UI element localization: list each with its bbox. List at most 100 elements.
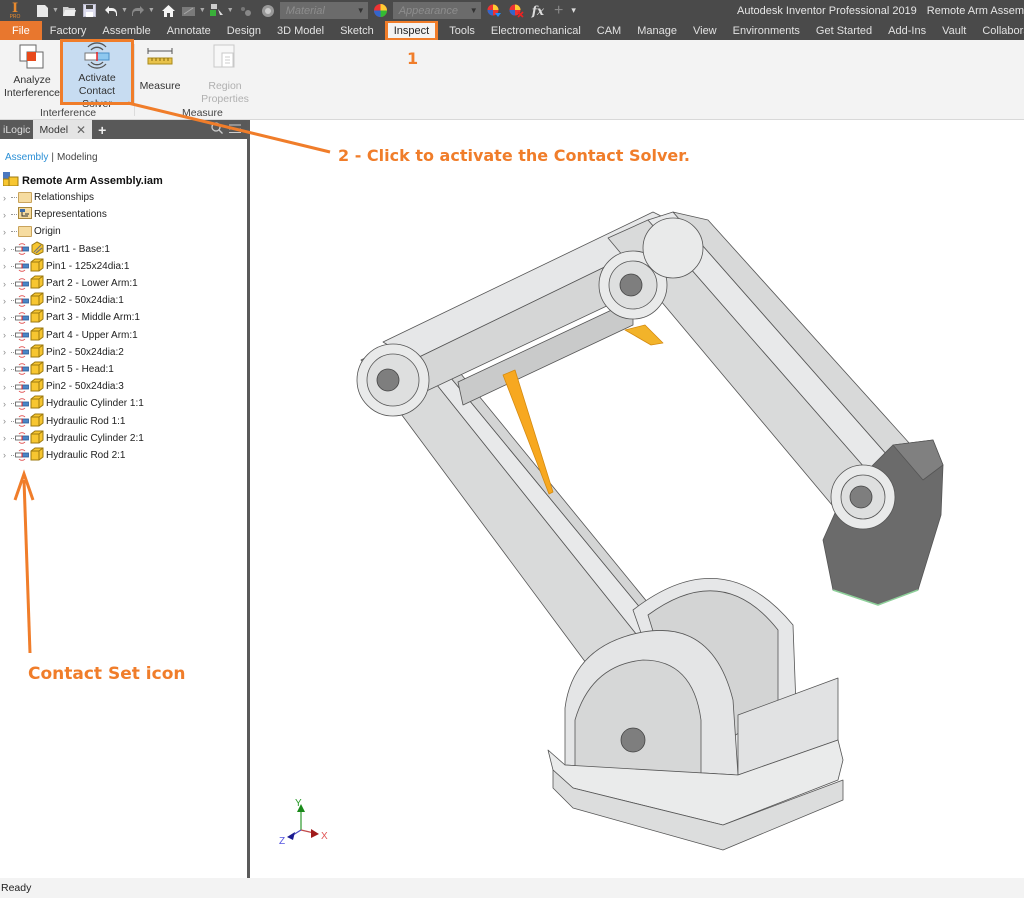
- tree-item-component[interactable]: › Pin2 - 50x24dia:1: [0, 292, 247, 309]
- undo-icon[interactable]: [104, 0, 118, 21]
- tree-item-component[interactable]: › Hydraulic Cylinder 2:1: [0, 430, 247, 447]
- tab-annotate[interactable]: Annotate: [159, 21, 219, 40]
- chevron-right-icon[interactable]: ›: [3, 193, 11, 203]
- redo-dropdown[interactable]: ▼: [148, 0, 155, 21]
- tab-file[interactable]: File: [0, 21, 42, 40]
- fx-icon[interactable]: fx: [532, 0, 544, 21]
- select-icon[interactable]: [209, 0, 224, 21]
- activate-contact-solver-button[interactable]: Activate Contact Solver: [60, 39, 134, 110]
- tab-assemble[interactable]: Assemble: [94, 21, 158, 40]
- chevron-right-icon[interactable]: ›: [3, 399, 11, 409]
- chevron-right-icon[interactable]: ›: [3, 296, 11, 306]
- material-icon[interactable]: [261, 0, 275, 21]
- tab-sketch[interactable]: Sketch: [332, 21, 382, 40]
- contact-set-icon[interactable]: [15, 260, 29, 273]
- chevron-right-icon[interactable]: ›: [3, 210, 11, 220]
- appearance-icon[interactable]: [373, 0, 388, 21]
- chevron-right-icon[interactable]: ›: [3, 347, 11, 357]
- tab-environments[interactable]: Environments: [725, 21, 808, 40]
- inventor-logo[interactable]: I PRO: [4, 0, 26, 21]
- chevron-right-icon[interactable]: ›: [3, 382, 11, 392]
- clear-appearance-icon[interactable]: [508, 0, 524, 21]
- tree-item-component[interactable]: › Pin2 - 50x24dia:2: [0, 344, 247, 361]
- tab-manage[interactable]: Manage: [629, 21, 685, 40]
- chevron-right-icon[interactable]: ›: [3, 450, 11, 460]
- tab-ilogic[interactable]: iLogic: [0, 120, 33, 139]
- region-properties-button[interactable]: Region Properties: [183, 42, 267, 106]
- tree-item-component[interactable]: › Part 2 - Lower Arm:1: [0, 275, 247, 292]
- contact-set-icon[interactable]: [15, 415, 29, 427]
- tree-item-origin[interactable]: › Origin: [0, 223, 247, 240]
- tab-add-ins[interactable]: Add-Ins: [880, 21, 934, 40]
- chevron-right-icon[interactable]: ›: [3, 227, 11, 237]
- contact-set-icon[interactable]: [15, 277, 29, 290]
- update-icon[interactable]: [181, 0, 196, 21]
- tab-view[interactable]: View: [685, 21, 725, 40]
- mode-assembly-link[interactable]: Assembly: [5, 152, 48, 163]
- tab-cam[interactable]: CAM: [589, 21, 629, 40]
- tab-design[interactable]: Design: [219, 21, 269, 40]
- chevron-right-icon[interactable]: ›: [3, 416, 11, 426]
- add-tab-button[interactable]: +: [98, 122, 106, 138]
- tab-collaborate[interactable]: Collaborate: [974, 21, 1024, 40]
- contact-set-icon[interactable]: [15, 312, 29, 324]
- tab-vault[interactable]: Vault: [934, 21, 974, 40]
- open-icon[interactable]: [62, 0, 77, 21]
- plus-icon[interactable]: +: [554, 0, 563, 21]
- adjust-appearance-icon[interactable]: [486, 0, 502, 21]
- analyze-interference-button[interactable]: Analyze Interference: [4, 42, 60, 100]
- tab-inspect[interactable]: Inspect: [384, 21, 439, 40]
- new-icon[interactable]: [36, 0, 49, 21]
- chevron-right-icon[interactable]: ›: [3, 364, 11, 374]
- tab-electromechanical[interactable]: Electromechanical: [483, 21, 589, 40]
- chevron-right-icon[interactable]: ›: [3, 244, 11, 254]
- contact-set-icon[interactable]: [15, 380, 29, 393]
- tab-3d-model[interactable]: 3D Model: [269, 21, 332, 40]
- tab-get-started[interactable]: Get Started: [808, 21, 880, 40]
- tree-item-component[interactable]: › Part 3 - Middle Arm:1: [0, 309, 247, 326]
- tree-item-component[interactable]: › Hydraulic Rod 2:1: [0, 447, 247, 464]
- contact-set-icon[interactable]: [15, 243, 29, 255]
- redo-icon[interactable]: [131, 0, 145, 21]
- chevron-right-icon[interactable]: ›: [3, 313, 11, 323]
- undo-dropdown[interactable]: ▼: [121, 0, 128, 21]
- menu-icon[interactable]: [229, 123, 241, 136]
- material-dropdown[interactable]: Material ▼: [279, 2, 368, 19]
- tab-factory[interactable]: Factory: [42, 21, 95, 40]
- tree-item-component[interactable]: › Part 5 - Head:1: [0, 361, 247, 378]
- chevron-right-icon[interactable]: ›: [3, 261, 11, 271]
- tree-root[interactable]: Remote Arm Assembly.iam: [0, 172, 247, 189]
- chevron-right-icon[interactable]: ›: [3, 279, 11, 289]
- tab-model[interactable]: Model ✕: [33, 120, 93, 139]
- contact-set-icon[interactable]: [15, 294, 29, 307]
- graphics-viewport[interactable]: Y X Z: [253, 120, 1024, 878]
- appearance-dropdown[interactable]: Appearance ▼: [392, 2, 481, 19]
- contact-set-icon[interactable]: [15, 329, 29, 341]
- contact-set-icon[interactable]: [15, 346, 29, 359]
- search-icon[interactable]: [211, 122, 223, 137]
- contact-set-icon[interactable]: [15, 398, 29, 410]
- tree-item-component[interactable]: › Part1 - Base:1: [0, 241, 247, 258]
- contact-set-icon[interactable]: [15, 449, 29, 462]
- home-icon[interactable]: [161, 0, 175, 21]
- new-dropdown[interactable]: ▼: [52, 0, 59, 21]
- customize-icon[interactable]: ▾: [571, 0, 576, 21]
- close-icon[interactable]: ✕: [76, 123, 86, 137]
- tree-item-representations[interactable]: › Representations: [0, 206, 247, 223]
- color-override-icon[interactable]: [239, 0, 253, 21]
- select-dropdown[interactable]: ▼: [227, 0, 234, 21]
- chevron-right-icon[interactable]: ›: [3, 433, 11, 443]
- contact-set-icon[interactable]: [15, 432, 29, 444]
- update-dropdown[interactable]: ▼: [199, 0, 206, 21]
- tree-item-component[interactable]: › Hydraulic Rod 1:1: [0, 412, 247, 429]
- tab-tools[interactable]: Tools: [441, 21, 483, 40]
- tree-item-component[interactable]: › Pin1 - 125x24dia:1: [0, 258, 247, 275]
- chevron-right-icon[interactable]: ›: [3, 330, 11, 340]
- tree-item-component[interactable]: › Hydraulic Cylinder 1:1: [0, 395, 247, 412]
- contact-set-icon[interactable]: [15, 363, 29, 376]
- save-icon[interactable]: [82, 0, 96, 21]
- tree-item-relationships[interactable]: › Relationships: [0, 189, 247, 206]
- measure-button[interactable]: Measure: [139, 42, 181, 93]
- mode-modeling-link[interactable]: Modeling: [57, 152, 98, 163]
- tree-item-component[interactable]: › Pin2 - 50x24dia:3: [0, 378, 247, 395]
